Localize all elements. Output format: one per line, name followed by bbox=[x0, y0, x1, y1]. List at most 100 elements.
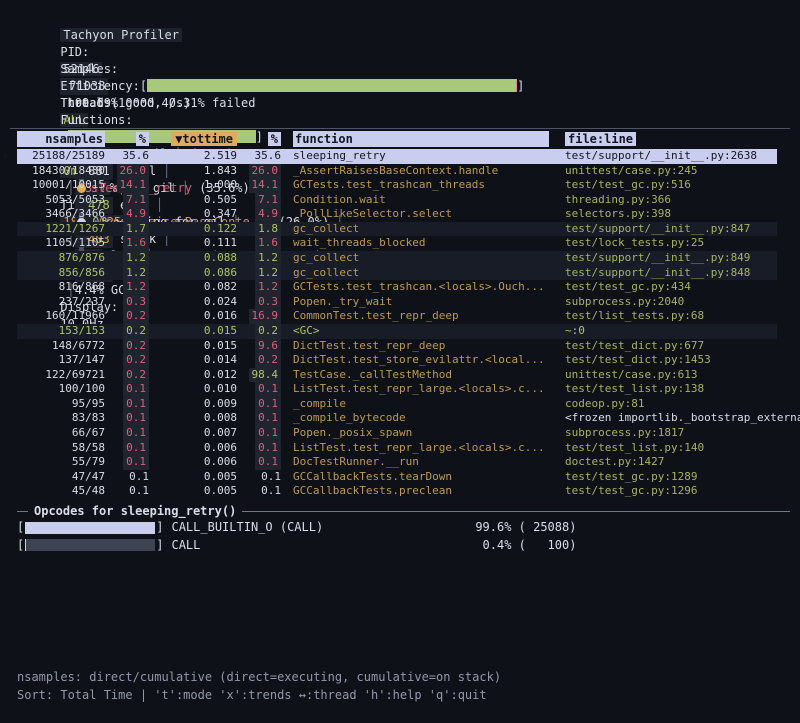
cell-pct1: 0.1 bbox=[105, 411, 149, 426]
cell-pct1: 0.1 bbox=[105, 455, 149, 470]
cell-function: wait_threads_blocked bbox=[281, 236, 561, 251]
table-row[interactable]: 47/47 0.1 0.005 0.1 GCCallbackTests.tear… bbox=[17, 470, 800, 485]
opcode-bar bbox=[25, 539, 155, 551]
cell-pct2: 0.1 bbox=[237, 382, 281, 397]
table-row[interactable]: 876/876 1.2 0.088 1.2 gc_collect test/su… bbox=[17, 251, 800, 266]
cell-tottime: 0.086 bbox=[149, 266, 237, 281]
cell-file-line: test/lock_tests.py:25 bbox=[561, 236, 800, 251]
cell-nsamples: 45/48 bbox=[17, 484, 105, 499]
samples-line: Samples: 71038 total (10000.4/s) [] 10.0… bbox=[17, 44, 790, 61]
table-row[interactable]: 83/83 0.1 0.008 0.1 _compile_bytecode <f… bbox=[17, 411, 800, 426]
profile-table: nsamples % ▼tottime % function file:line… bbox=[17, 131, 800, 499]
cell-function: _AssertRaisesBaseContext.handle bbox=[281, 164, 561, 179]
cell-tottime: 0.006 bbox=[149, 441, 237, 456]
cell-function: GCCallbackTests.preclean bbox=[281, 484, 561, 499]
cell-tottime: 0.347 bbox=[149, 207, 237, 222]
cell-pct2: 1.6 bbox=[237, 236, 281, 251]
table-row[interactable]: 856/856 1.2 0.086 1.2 gc_collect test/su… bbox=[17, 266, 800, 281]
table-row[interactable]: 10001/10015 14.1 1.000 14.1 GCTests.test… bbox=[17, 178, 800, 193]
cell-function: Popen._try_wait bbox=[281, 295, 561, 310]
cell-file-line: test/test_gc.py:434 bbox=[561, 280, 800, 295]
cell-function: Condition.wait bbox=[281, 193, 561, 208]
cell-function: gc_collect bbox=[281, 222, 561, 237]
table-row[interactable]: 5053/5053 7.1 0.505 7.1 Condition.wait t… bbox=[17, 193, 800, 208]
table-row[interactable]: 1105/1105 1.6 0.111 1.6 wait_threads_blo… bbox=[17, 236, 800, 251]
table-row[interactable]: 58/58 0.1 0.006 0.1 ListTest.test_repr_l… bbox=[17, 441, 800, 456]
cell-file-line: test/test_gc.py:1296 bbox=[561, 484, 800, 499]
table-row[interactable]: 122/69721 0.2 0.012 98.4 TestCase._callT… bbox=[17, 368, 800, 383]
app-title: Tachyon Profiler bbox=[60, 28, 182, 42]
cell-pct1: 14.1 bbox=[105, 178, 149, 193]
cell-file-line: unittest/case.py:613 bbox=[561, 368, 800, 383]
table-row[interactable]: 148/6772 0.2 0.015 9.6 DictTest.test_rep… bbox=[17, 339, 800, 354]
cell-pct1: 0.2 bbox=[105, 339, 149, 354]
cell-nsamples: 153/153 bbox=[17, 324, 105, 339]
table-row[interactable]: 18430/18430 26.0 1.843 26.0 _AssertRaise… bbox=[17, 164, 800, 179]
table-row[interactable]: 137/147 0.2 0.014 0.2 DictTest.test_stor… bbox=[17, 353, 800, 368]
cell-function: ListTest.test_repr_large.<locals>.c... bbox=[281, 382, 561, 397]
cell-tottime: 1.843 bbox=[149, 164, 237, 179]
cell-function: GCCallbackTests.tearDown bbox=[281, 470, 561, 485]
cell-file-line: test/test_dict.py:1453 bbox=[561, 353, 800, 368]
table-row[interactable]: 1221/1267 1.7 0.122 1.8 gc_collect test/… bbox=[17, 222, 800, 237]
table-row[interactable]: ▸ 25188/25189 35.6 2.519 35.6 sleeping_r… bbox=[17, 149, 800, 164]
table-row[interactable]: 3466/3466 4.9 0.347 4.9 _PollLikeSelecto… bbox=[17, 207, 800, 222]
opcode-name: CALL_BUILTIN_O (CALL) bbox=[171, 519, 401, 536]
cell-pct1: 0.2 bbox=[105, 353, 149, 368]
table-header-row: nsamples % ▼tottime % function file:line bbox=[17, 131, 800, 149]
cell-function: DictTest.test_store_evilattr.<local... bbox=[281, 353, 561, 368]
opcode-percent-count: 99.6% ( 25088) bbox=[401, 519, 576, 536]
cell-function: CommonTest.test_repr_deep bbox=[281, 309, 561, 324]
cell-nsamples: 237/237 bbox=[17, 295, 105, 310]
cell-pct2: 7.1 bbox=[237, 193, 281, 208]
separator-dash bbox=[17, 511, 28, 512]
cell-pct2: 0.1 bbox=[237, 397, 281, 412]
cell-tottime: 0.006 bbox=[149, 455, 237, 470]
top3-line: Top 3: sleeping_retry (35.6%)│ _AssertRa… bbox=[17, 112, 790, 129]
table-row[interactable]: 95/95 0.1 0.009 0.1 _compile codeop.py:8… bbox=[17, 397, 800, 412]
cell-pct2: 26.0 bbox=[237, 164, 281, 179]
cell-pct1: 0.3 bbox=[105, 295, 149, 310]
cell-file-line: threading.py:366 bbox=[561, 193, 800, 208]
legend-nsamples: nsamples: direct/cumulative (direct=exec… bbox=[17, 670, 501, 684]
tachyon-profiler-screen: Tachyon Profiler PID: 52146 │ Thread: AL… bbox=[0, 0, 800, 723]
cell-pct2: 14.1 bbox=[237, 178, 281, 193]
table-row[interactable]: 100/100 0.1 0.010 0.1 ListTest.test_repr… bbox=[17, 382, 800, 397]
opcode-row: [] CALL 0.4% ( 100) bbox=[17, 537, 790, 555]
column-header-tottime-sorted[interactable]: ▼tottime bbox=[149, 131, 237, 149]
title-line: Tachyon Profiler bbox=[17, 10, 790, 27]
cell-nsamples: 1105/1105 bbox=[17, 236, 105, 251]
table-row[interactable]: 816/868 1.2 0.082 1.2 GCTests.test_trash… bbox=[17, 280, 800, 295]
cell-function: GCTests.test_trashcan_threads bbox=[281, 178, 561, 193]
cell-file-line: test/test_gc.py:516 bbox=[561, 178, 800, 193]
cell-pct2: 0.1 bbox=[237, 441, 281, 456]
cell-pct2: 1.2 bbox=[237, 251, 281, 266]
cell-pct1: 1.2 bbox=[105, 266, 149, 281]
table-body: ▸ 25188/25189 35.6 2.519 35.6 sleeping_r… bbox=[17, 149, 800, 499]
functions-label: Functions: bbox=[60, 112, 131, 129]
table-row[interactable]: 153/153 0.2 0.015 0.2 <GC> ~:0 bbox=[17, 324, 800, 339]
table-row[interactable]: 237/237 0.3 0.024 0.3 Popen._try_wait su… bbox=[17, 295, 800, 310]
bar-close-bracket: ] bbox=[517, 79, 524, 93]
cell-file-line: test/test_list.py:140 bbox=[561, 441, 800, 456]
cell-tottime: 0.122 bbox=[149, 222, 237, 237]
opcode-bar bbox=[25, 522, 155, 534]
table-row[interactable]: 45/48 0.1 0.005 0.1 GCCallbackTests.prec… bbox=[17, 484, 800, 499]
column-header-pct2[interactable]: % bbox=[237, 131, 281, 149]
cell-nsamples: 122/69721 bbox=[17, 368, 105, 383]
cell-tottime: 0.505 bbox=[149, 193, 237, 208]
table-row[interactable]: 66/67 0.1 0.007 0.1 Popen._posix_spawn s… bbox=[17, 426, 800, 441]
cell-pct1: 0.1 bbox=[105, 382, 149, 397]
column-header-file[interactable]: file:line bbox=[561, 131, 800, 149]
cell-pct1: 35.6 bbox=[105, 149, 149, 164]
cell-function: ListTest.test_repr_large.<locals>.c... bbox=[281, 441, 561, 456]
column-header-nsamples[interactable]: nsamples bbox=[17, 131, 105, 149]
table-row[interactable]: 55/79 0.1 0.006 0.1 DocTestRunner.__run … bbox=[17, 455, 800, 470]
cell-tottime: 0.088 bbox=[149, 251, 237, 266]
column-header-function[interactable]: function bbox=[281, 131, 561, 149]
column-header-pct1[interactable]: % bbox=[105, 131, 149, 149]
table-row[interactable]: 160/11966 0.2 0.016 16.9 CommonTest.test… bbox=[17, 309, 800, 324]
cell-pct1: 0.1 bbox=[105, 397, 149, 412]
cell-pct1: 0.1 bbox=[105, 441, 149, 456]
cell-nsamples: 816/868 bbox=[17, 280, 105, 295]
